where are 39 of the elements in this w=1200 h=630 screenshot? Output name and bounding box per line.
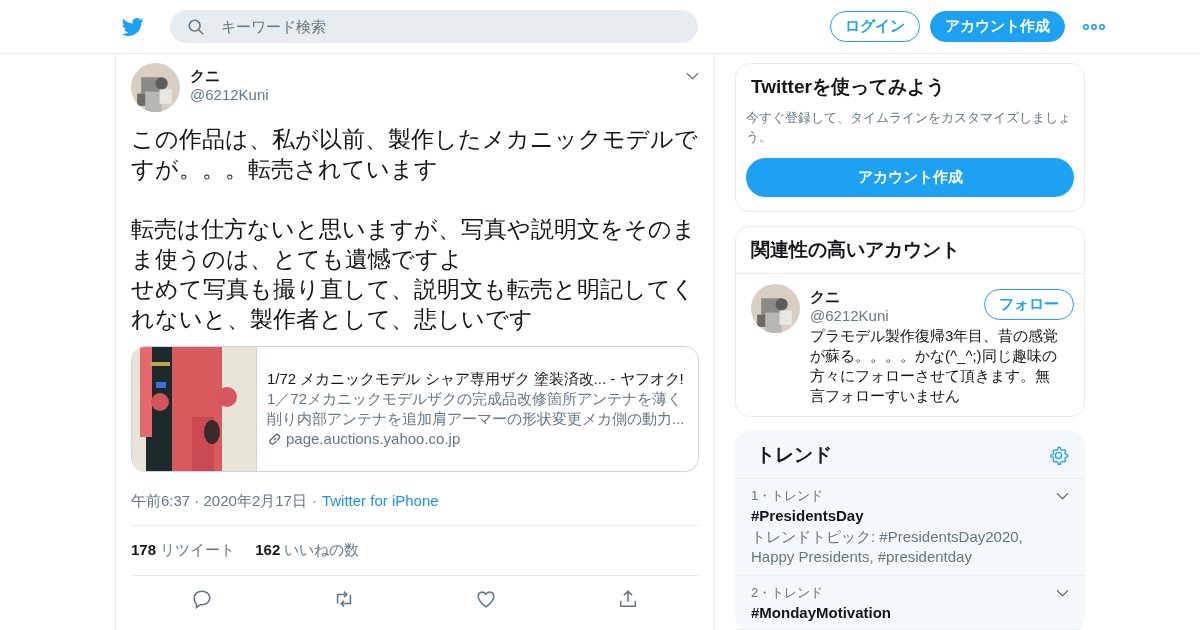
search-field[interactable]: キーワード検索 — [170, 10, 698, 43]
separator: · — [311, 492, 317, 511]
tweet-text: せめて写真も撮り直して、説明文も転売と明記してくれないと、製作者として、悲しいです — [131, 275, 696, 334]
share-icon[interactable] — [617, 588, 639, 610]
panel-text: 今すぐ登録して、タイムラインをカスタマイズしましょう。 — [746, 109, 1072, 146]
chevron-down-icon[interactable] — [1056, 492, 1069, 500]
panel-title: トレンド — [756, 443, 832, 467]
link-card[interactable]: 1/72 メカニックモデル シャア専用ザク 塗装済改... - ヤフオク! 1／72メカニックモデルザクの完成品改修箇所アンテナを薄く削り内部アンテナを追加肩アーマーの形状変更メカ側の動力... page.auctions.yahoo.co.jp — [131, 346, 699, 472]
bird-logo-icon[interactable] — [120, 15, 146, 38]
link-icon — [267, 431, 283, 447]
card-title: 1/72 メカニックモデル シャア専用ザク 塗装済改... - ヤフオク! — [267, 369, 685, 389]
chevron-down-icon[interactable] — [686, 72, 699, 80]
tweet-text: この作品は、私が以前、製作したメカニックモデルですが。。。転売されています — [131, 125, 699, 184]
stat-count[interactable]: 162 いいねの数 — [255, 541, 360, 560]
account-name: クニ — [810, 288, 841, 307]
settings-icon[interactable] — [1048, 444, 1069, 466]
chevron-down-icon[interactable] — [1056, 589, 1069, 597]
account-handle: @6212Kuni — [810, 307, 889, 324]
author-name: クニ — [190, 67, 221, 86]
card-description: 1／72メカニックモデルザクの完成品改修箇所アンテナを薄く削り内部アンテナを追加肩アーマーの形状変更メカ側の動力... — [267, 389, 686, 429]
account-bio: プラモデル製作復帰3年目、昔の感覚が蘇る。。。。かな(^_^;)同じ趣味の方々にフォローさせて頂きます。無言フォローすいません — [810, 326, 1060, 406]
more-icon[interactable] — [1083, 23, 1105, 30]
author-handle: @6212Kuni — [190, 86, 269, 103]
reply-icon[interactable] — [191, 588, 213, 610]
trend-name: #PresidentsDay — [751, 507, 865, 524]
search-icon — [187, 18, 205, 36]
heart-icon[interactable] — [475, 588, 497, 610]
trend-item[interactable]: 2・トレンド #MondayMotivation — [736, 576, 1084, 630]
tweet-text: 転売は仕方ないと思いますが、写真や説明文をそのまま使うのは、とても遺憾ですよ — [131, 215, 697, 274]
tweet-time: 午前6:37 · 2020年2月17日 — [131, 492, 307, 511]
trend-item[interactable]: 1・トレンド #PresidentsDay トレンドトピック: #PresidentsDay2020, Happy Presidents, #presidentday — [736, 479, 1084, 576]
stat-count[interactable]: 178 リツイート — [131, 541, 236, 560]
trend-topics: トレンドトピック: #PresidentsDay2020, Happy Presidents, #presidentday — [751, 527, 1024, 567]
trend-name: #MondayMotivation — [751, 604, 892, 621]
panel-title: 関連性の高いアカウント — [736, 227, 1084, 274]
trend-rank: 1・トレンド — [751, 487, 824, 505]
card-domain: page.auctions.yahoo.co.jp — [286, 429, 461, 449]
trend-rank: 2・トレンド — [751, 584, 824, 602]
panel-title: Twitterを使ってみよう — [751, 75, 946, 99]
